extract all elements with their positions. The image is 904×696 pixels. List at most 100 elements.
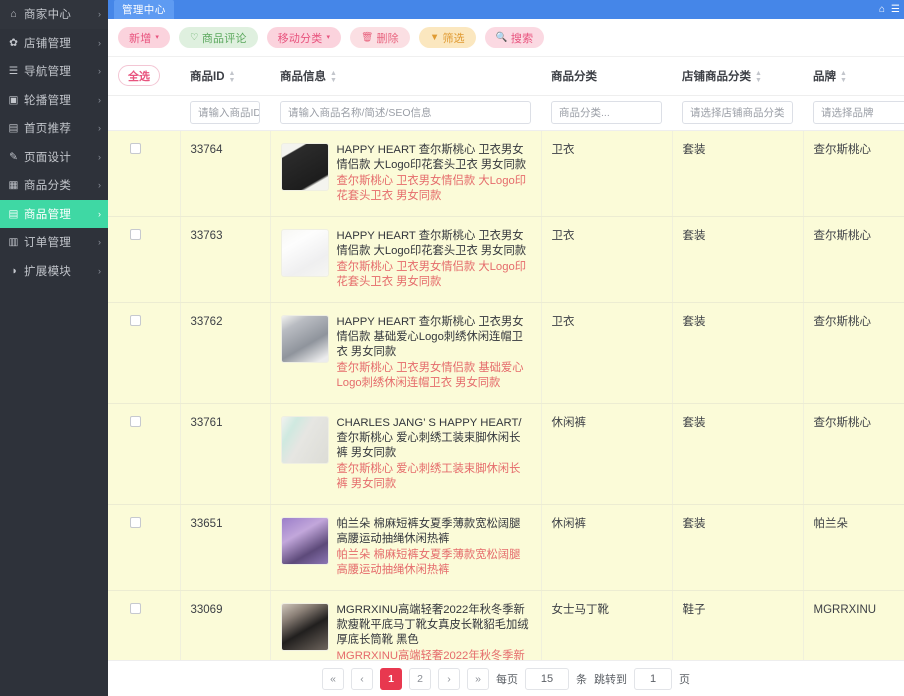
app-root: ⌂商家中心›✿店铺管理›☰导航管理›▣轮播管理›▤首页推荐›✎页面设计›▦商品分…	[0, 0, 904, 696]
product-title[interactable]: 帕兰朵 棉麻短裤女夏季薄款宽松阔腿高腰运动抽绳休闲热裤	[337, 517, 531, 547]
product-id-cell: 33761	[180, 403, 270, 504]
filter-category-input-box[interactable]: 商品分类...	[551, 101, 662, 124]
toolbar-button-5[interactable]: ▼筛选	[419, 27, 476, 48]
sidebar-item-6[interactable]: ✎页面设计›	[0, 143, 108, 172]
product-thumbnail[interactable]	[281, 416, 329, 464]
toolbar-button-2[interactable]: ♡商品评论	[179, 27, 258, 48]
sidebar-item-4[interactable]: ▣轮播管理›	[0, 86, 108, 115]
product-subtitle: 查尔斯桃心 卫衣男女情侣款 基础爱心Logo刺绣休闲连帽卫衣 男女同款	[337, 361, 531, 391]
product-shop-category: 鞋子	[683, 603, 793, 618]
vertical-scrollbar[interactable]	[900, 114, 904, 624]
toolbar-button-1[interactable]: 新增 ▾	[118, 27, 170, 48]
filter-id-input-box[interactable]: 请输入商品ID	[190, 101, 260, 124]
jump-page-input[interactable]: 1	[634, 668, 672, 690]
product-thumbnail[interactable]	[281, 315, 329, 363]
toolbar-button-label: 新增	[129, 30, 151, 46]
product-title[interactable]: CHARLES JANG’ S HAPPY HEART/查尔斯桃心 爱心刺绣工装…	[337, 416, 531, 461]
product-thumbnail[interactable]	[281, 603, 329, 651]
product-title[interactable]: HAPPY HEART 查尔斯桃心 卫衣男女情侣款 基础爱心Logo刺绣休闲连帽…	[337, 315, 531, 360]
home-icon[interactable]: ⌂	[879, 4, 885, 15]
product-title[interactable]: HAPPY HEART 查尔斯桃心 卫衣男女情侣款 大Logo印花套头卫衣 男女…	[337, 143, 531, 173]
toolbar-button-6[interactable]: 🔍搜索	[485, 27, 544, 48]
column-header-2[interactable]: 商品信息▲▼	[270, 57, 541, 95]
user-icon[interactable]: ☰	[891, 4, 900, 15]
sort-icon[interactable]: ▲▼	[330, 70, 337, 84]
pagination-first[interactable]: «	[322, 668, 344, 690]
column-header-4[interactable]: 店铺商品分类▲▼	[672, 57, 803, 95]
filter-info-input-box[interactable]: 请输入商品名称/简述/SEO信息	[280, 101, 531, 124]
row-checkbox[interactable]	[130, 315, 141, 326]
row-checkbox[interactable]	[130, 143, 141, 154]
sidebar-item-1[interactable]: ⌂商家中心›	[0, 0, 108, 29]
topbar-right-actions: ⌂ ☰	[879, 0, 900, 19]
sidebar-item-8[interactable]: ▤商品管理›	[0, 200, 108, 229]
sort-icon[interactable]: ▲▼	[755, 70, 762, 84]
product-thumbnail[interactable]	[281, 143, 329, 191]
chevron-right-icon: ›	[98, 38, 101, 48]
product-category: 女士马丁靴	[552, 603, 662, 618]
row-checkbox-cell	[108, 504, 180, 590]
product-brand-cell: 帕兰朵	[803, 504, 904, 590]
toolbar-button-3[interactable]: 移动分类▾	[267, 27, 342, 48]
column-header-3[interactable]: 商品分类	[541, 57, 672, 95]
pagination-bar: «‹12›»每页15条跳转到1页	[108, 660, 904, 696]
product-title[interactable]: MGRRXINU高端轻奢2022年秋冬季新款瘦靴平底马丁靴女真皮长靴貂毛加绒厚底…	[337, 603, 531, 648]
product-category: 卫衣	[552, 229, 662, 244]
product-id-cell: 33069	[180, 590, 270, 660]
table-row[interactable]: 33762 HAPPY HEART 查尔斯桃心 卫衣男女情侣款 基础爱心Logo刺…	[108, 302, 904, 403]
product-id: 33762	[191, 315, 260, 330]
row-checkbox[interactable]	[130, 416, 141, 427]
sidebar-item-5[interactable]: ▤首页推荐›	[0, 114, 108, 143]
sidebar-item-9[interactable]: ▥订单管理›	[0, 228, 108, 257]
pagination-page-2[interactable]: 2	[409, 668, 431, 690]
product-category: 卫衣	[552, 315, 662, 330]
filter-shop-category-select-box[interactable]: 请选择店铺商品分类	[682, 101, 793, 124]
pagination-last[interactable]: »	[467, 668, 489, 690]
product-shop-category-cell: 套装	[672, 403, 803, 504]
table-row[interactable]: 33651帕兰朵 棉麻短裤女夏季薄款宽松阔腿高腰运动抽绳休闲热裤帕兰朵 棉麻短裤…	[108, 504, 904, 590]
tab-management-center[interactable]: 管理中心	[114, 0, 174, 19]
sidebar-item-10[interactable]: ◑扩展模块›	[0, 257, 108, 286]
sidebar-item-7[interactable]: ▦商品分类›	[0, 171, 108, 200]
product-brand: 查尔斯桃心	[814, 416, 904, 431]
pagination-next[interactable]: ›	[438, 668, 460, 690]
filter-category-input[interactable]: 商品分类...	[541, 95, 672, 130]
toolbar-button-4[interactable]: 🗑删除	[350, 27, 410, 48]
table-row[interactable]: 33761 CHARLES JANG’ S HAPPY HEART/查尔斯桃心 爱…	[108, 403, 904, 504]
product-shop-category-cell: 鞋子	[672, 590, 803, 660]
sidebar-item-3[interactable]: ☰导航管理›	[0, 57, 108, 86]
chevron-right-icon: ›	[98, 66, 101, 76]
product-brand-cell: 查尔斯桃心	[803, 216, 904, 302]
select-all-button[interactable]: 全选	[118, 65, 160, 86]
column-header-1[interactable]: 商品ID▲▼	[180, 57, 270, 95]
sort-icon[interactable]: ▲▼	[840, 70, 847, 84]
chevron-down-icon: ▾	[155, 34, 159, 41]
filter-brand-select-box[interactable]: 请选择品牌	[813, 101, 904, 124]
row-checkbox-cell	[108, 403, 180, 504]
column-header-5[interactable]: 品牌▲▼	[803, 57, 904, 95]
product-brand: 查尔斯桃心	[814, 315, 904, 330]
sidebar-item-2[interactable]: ✿店铺管理›	[0, 29, 108, 58]
product-category-cell: 卫衣	[541, 216, 672, 302]
sort-icon[interactable]: ▲▼	[229, 70, 236, 84]
filter-brand-select[interactable]: 请选择品牌	[803, 95, 904, 130]
table-row[interactable]: 33763HAPPY HEART 查尔斯桃心 卫衣男女情侣款 大Logo印花套头…	[108, 216, 904, 302]
table-row[interactable]: 33069 MGRRXINU高端轻奢2022年秋冬季新款瘦靴平底马丁靴女真皮长靴貂…	[108, 590, 904, 660]
row-checkbox[interactable]	[130, 229, 141, 240]
per-page-input[interactable]: 15	[525, 668, 569, 690]
sidebar-item-label: 轮播管理	[24, 92, 98, 108]
product-id: 33764	[191, 143, 260, 158]
chevron-right-icon: ›	[98, 266, 101, 276]
pagination-page-1[interactable]: 1	[380, 668, 402, 690]
table-filter-row: 请输入商品ID 请输入商品名称/简述/SEO信息商品分类... 请选择店铺商品分类请…	[108, 95, 904, 130]
filter-info-input[interactable]: 请输入商品名称/简述/SEO信息	[270, 95, 541, 130]
pagination-prev[interactable]: ‹	[351, 668, 373, 690]
filter-shop-category-select[interactable]: 请选择店铺商品分类	[672, 95, 803, 130]
product-thumbnail[interactable]	[281, 229, 329, 277]
product-thumbnail[interactable]	[281, 517, 329, 565]
row-checkbox[interactable]	[130, 517, 141, 528]
row-checkbox[interactable]	[130, 603, 141, 614]
table-row[interactable]: 33764 HAPPY HEART 查尔斯桃心 卫衣男女情侣款 大Logo印花套头…	[108, 130, 904, 216]
product-title[interactable]: HAPPY HEART 查尔斯桃心 卫衣男女情侣款 大Logo印花套头卫衣 男女…	[337, 229, 531, 259]
filter-id-input[interactable]: 请输入商品ID	[180, 95, 270, 130]
